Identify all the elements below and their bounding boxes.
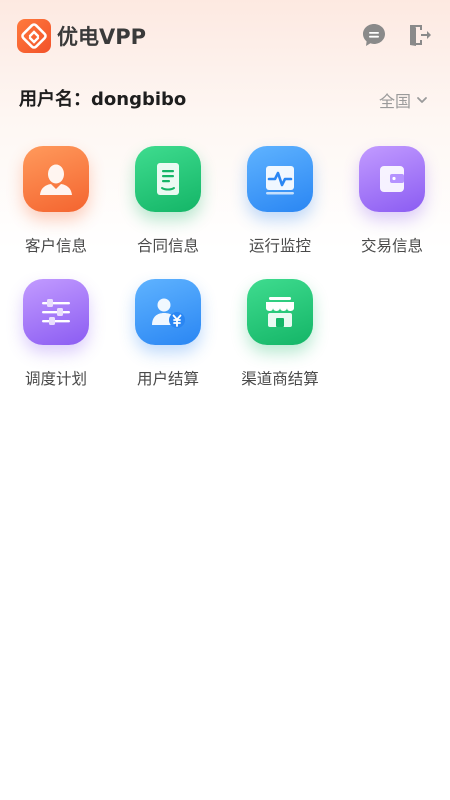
message-icon[interactable] [361,22,387,48]
menu-item-label: 用户结算 [136,370,199,388]
menu-item-channel-settlement[interactable]: 渠道商结算 [224,273,336,397]
app-header: 优电VPP [0,0,450,76]
menu-item-dispatch-plan[interactable]: 调度计划 [0,273,112,397]
contract-icon [135,146,201,212]
app-logo-icon [17,19,51,53]
menu-item-user-settlement[interactable]: 用户结算 [112,273,224,397]
menu-item-customer-info[interactable]: 客户信息 [0,140,112,264]
menu-item-operation-monitoring[interactable]: 运行监控 [224,140,336,264]
sliders-icon [23,279,89,345]
user-info-row: 用户名：dongbibo 全国 [0,84,450,116]
menu-item-label: 调度计划 [24,370,87,388]
menu-item-label: 客户信息 [24,237,87,255]
menu-item-label: 交易信息 [360,237,423,255]
wallet-icon [359,146,425,212]
chevron-down-icon [416,94,428,106]
menu-item-label: 合同信息 [136,237,199,255]
monitor-icon [247,146,313,212]
menu-item-trade-info[interactable]: 交易信息 [336,140,448,264]
menu-item-label: 运行监控 [248,237,311,255]
store-icon [247,279,313,345]
username-label: 用户名：dongbibo [19,89,187,110]
customer-icon [23,146,89,212]
menu-item-contract-info[interactable]: 合同信息 [112,140,224,264]
region-selector[interactable]: 全国 [379,86,428,114]
user-settlement-icon [135,279,201,345]
logout-icon[interactable] [407,22,433,48]
app-title: 优电VPP [57,25,147,49]
menu-item-label: 渠道商结算 [241,370,319,388]
region-value: 全国 [378,92,411,111]
